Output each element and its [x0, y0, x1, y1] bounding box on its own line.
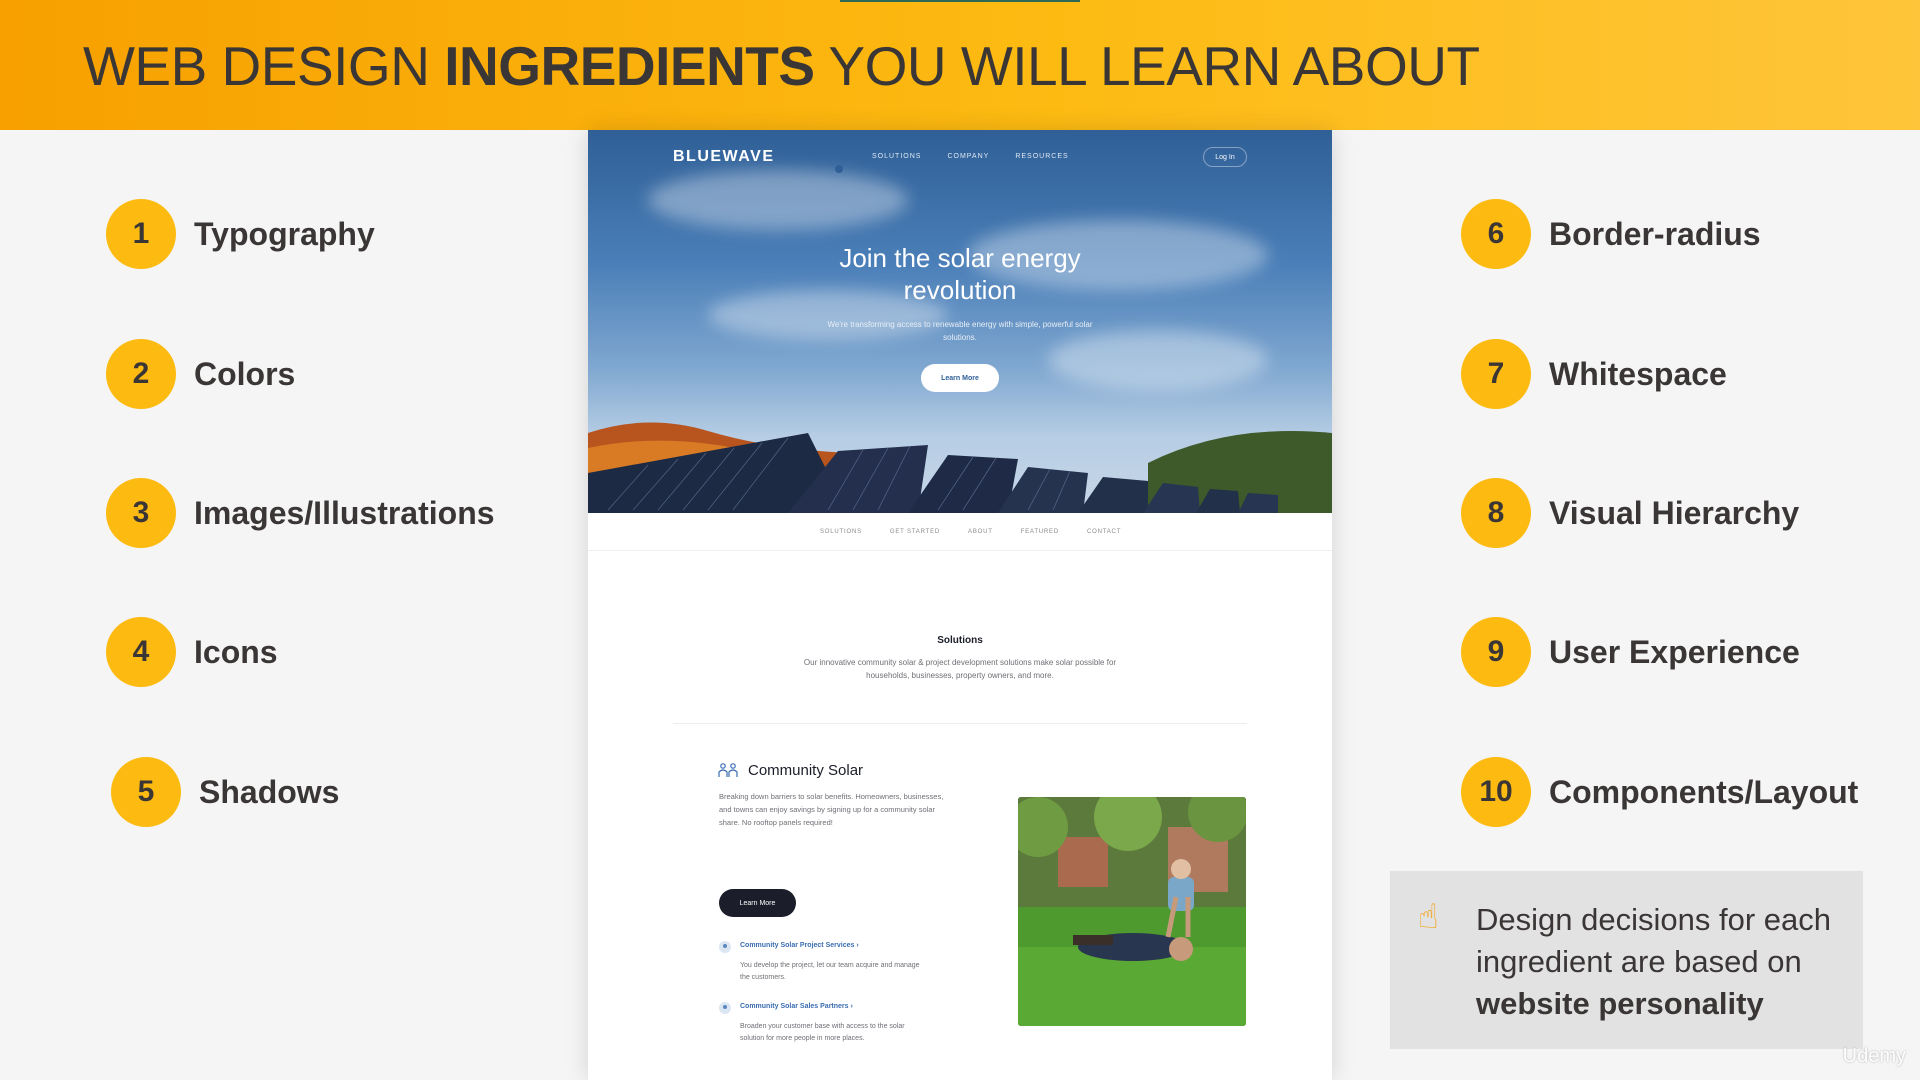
solutions-description: Our innovative community solar & project… — [803, 658, 1117, 680]
note-text-main: Design decisions for each ingredient are… — [1476, 902, 1831, 979]
ingredient-label: Whitespace — [1549, 355, 1727, 392]
nav-company[interactable]: COMPANY — [947, 153, 989, 160]
ingredient-label: Components/Layout — [1549, 773, 1859, 810]
number-badge: 2 — [106, 339, 176, 409]
ingredient-label: Visual Hierarchy — [1549, 494, 1800, 531]
community-solar-description: Breaking down barriers to solar benefits… — [719, 792, 944, 827]
solar-field-image — [588, 422, 1332, 513]
service-desc-project: You develop the project, let our team ac… — [740, 962, 920, 981]
community-learn-more-button[interactable]: Learn More — [719, 889, 796, 917]
note-text-bold: website personality — [1476, 986, 1764, 1021]
section-divider — [673, 723, 1247, 724]
ingredient-label: Colors — [194, 355, 296, 392]
service-desc-sales: Broaden your customer base with access t… — [740, 1023, 905, 1042]
ingredient-item-8: 8 Visual Hierarchy — [1461, 478, 1799, 548]
pointing-up-hand-icon: ☝ — [1418, 897, 1439, 937]
header-accent-line — [840, 0, 1080, 2]
cloud — [648, 170, 908, 230]
ingredient-item-7: 7 Whitespace — [1461, 339, 1727, 409]
ingredient-label: User Experience — [1549, 633, 1800, 670]
number-badge: 9 — [1461, 617, 1531, 687]
subnav-get-started[interactable]: GET STARTED — [890, 529, 940, 535]
nav-solutions[interactable]: SOLUTIONS — [872, 153, 921, 160]
hero-subtitle: We're transforming access to renewable e… — [827, 320, 1093, 342]
site-logo[interactable]: BLUEWAVE — [673, 148, 774, 166]
personality-note: ☝ Design decisions for each ingredient a… — [1390, 871, 1863, 1049]
title-bold: INGREDIENTS — [444, 35, 815, 97]
title-banner: WEB DESIGN INGREDIENTS YOU WILL LEARN AB… — [0, 0, 1920, 130]
slide-title: WEB DESIGN INGREDIENTS YOU WILL LEARN AB… — [83, 34, 1480, 98]
top-nav: SOLUTIONS COMPANY RESOURCES — [872, 153, 1069, 160]
subnav-about[interactable]: ABOUT — [968, 529, 993, 535]
ingredient-label: Border-radius — [1549, 215, 1761, 252]
website-screenshot: BLUEWAVE SOLUTIONS COMPANY RESOURCES Log… — [588, 130, 1332, 1080]
login-button[interactable]: Log In — [1203, 147, 1247, 167]
note-text: Design decisions for each ingredient are… — [1476, 899, 1856, 1025]
number-badge: 5 — [111, 757, 181, 827]
number-badge: 10 — [1461, 757, 1531, 827]
hero-title: Join the solar energy revolution — [588, 242, 1332, 306]
community-icon — [718, 763, 738, 777]
ingredient-item-6: 6 Border-radius — [1461, 199, 1761, 269]
community-solar-heading: Community Solar — [748, 762, 864, 779]
nav-resources[interactable]: RESOURCES — [1015, 153, 1068, 160]
active-section-indicator — [835, 165, 843, 173]
title-part-2: YOU WILL LEARN ABOUT — [814, 35, 1480, 97]
subnav-contact[interactable]: CONTACT — [1087, 529, 1121, 535]
subnav-solutions[interactable]: SOLUTIONS — [820, 529, 862, 535]
ingredient-item-10: 10 Components/Layout — [1461, 757, 1858, 827]
family-park-photo — [1018, 797, 1246, 1026]
ingredient-item-1: 1 Typography — [106, 199, 375, 269]
service-link-project[interactable]: Community Solar Project Services › — [740, 942, 859, 949]
service-link-sales[interactable]: Community Solar Sales Partners › — [740, 1003, 853, 1010]
number-badge: 4 — [106, 617, 176, 687]
number-badge: 8 — [1461, 478, 1531, 548]
user-icon — [719, 1002, 731, 1014]
udemy-watermark: Udemy — [1842, 1045, 1906, 1067]
ingredient-item-4: 4 Icons — [106, 617, 278, 687]
ingredient-item-3: 3 Images/Illustrations — [106, 478, 495, 548]
ingredient-item-9: 9 User Experience — [1461, 617, 1800, 687]
ingredient-label: Icons — [194, 633, 278, 670]
number-badge: 3 — [106, 478, 176, 548]
hero-learn-more-button[interactable]: Learn More — [921, 364, 999, 392]
subnav-featured[interactable]: FEATURED — [1021, 529, 1059, 535]
section-nav: SOLUTIONS GET STARTED ABOUT FEATURED CON… — [588, 513, 1332, 551]
ingredient-item-5: 5 Shadows — [111, 757, 339, 827]
ingredient-item-2: 2 Colors — [106, 339, 295, 409]
user-icon — [719, 941, 731, 953]
hero-title-text: Join the solar energy revolution — [839, 243, 1081, 305]
ingredient-label: Shadows — [199, 773, 340, 810]
ingredient-label: Typography — [194, 215, 375, 252]
title-part-1: WEB DESIGN — [83, 35, 445, 97]
hero-section: BLUEWAVE SOLUTIONS COMPANY RESOURCES Log… — [588, 130, 1332, 513]
number-badge: 6 — [1461, 199, 1531, 269]
solutions-heading: Solutions — [937, 635, 983, 646]
number-badge: 1 — [106, 199, 176, 269]
ingredient-label: Images/Illustrations — [194, 494, 495, 531]
number-badge: 7 — [1461, 339, 1531, 409]
